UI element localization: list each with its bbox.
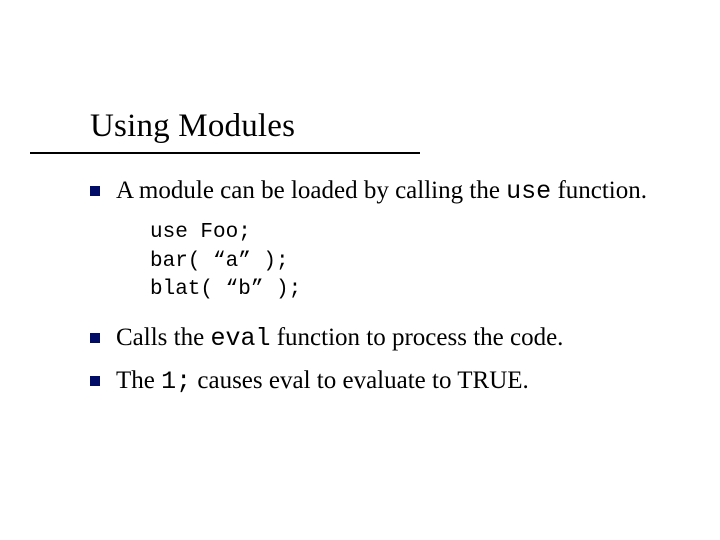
title-area: Using Modules bbox=[90, 108, 660, 145]
text-run: causes eval to evaluate to TRUE. bbox=[191, 367, 529, 394]
bullet-square-icon bbox=[90, 333, 100, 343]
title-underline bbox=[30, 152, 420, 154]
bullet-text: Calls the eval function to process the c… bbox=[116, 322, 660, 354]
bullet-item: A module can be loaded by calling the us… bbox=[90, 175, 660, 207]
bullet-item: The 1; causes eval to evaluate to TRUE. bbox=[90, 365, 660, 397]
bullet-square-icon bbox=[90, 186, 100, 196]
slide: Using Modules A module can be loaded by … bbox=[0, 0, 720, 540]
code-line: bar( “a” ); bbox=[150, 250, 289, 273]
code-run: 1; bbox=[161, 367, 191, 396]
text-run: The bbox=[116, 367, 161, 394]
text-run: function to process the code. bbox=[270, 324, 563, 351]
code-run: eval bbox=[210, 324, 270, 353]
bullet-item: Calls the eval function to process the c… bbox=[90, 322, 660, 354]
bullet-text: A module can be loaded by calling the us… bbox=[116, 175, 660, 207]
text-run: function. bbox=[551, 177, 647, 204]
text-run: A module can be loaded by calling the bbox=[116, 177, 506, 204]
code-run: use bbox=[506, 177, 551, 206]
bullet-text: The 1; causes eval to evaluate to TRUE. bbox=[116, 365, 660, 397]
text-run: Calls the bbox=[116, 324, 210, 351]
code-line: use Foo; bbox=[150, 221, 251, 244]
slide-body: A module can be loaded by calling the us… bbox=[90, 175, 660, 403]
slide-title: Using Modules bbox=[90, 108, 660, 145]
code-line: blat( “b” ); bbox=[150, 278, 301, 301]
code-block: use Foo; bar( “a” ); blat( “b” ); bbox=[150, 219, 660, 304]
bullet-square-icon bbox=[90, 376, 100, 386]
